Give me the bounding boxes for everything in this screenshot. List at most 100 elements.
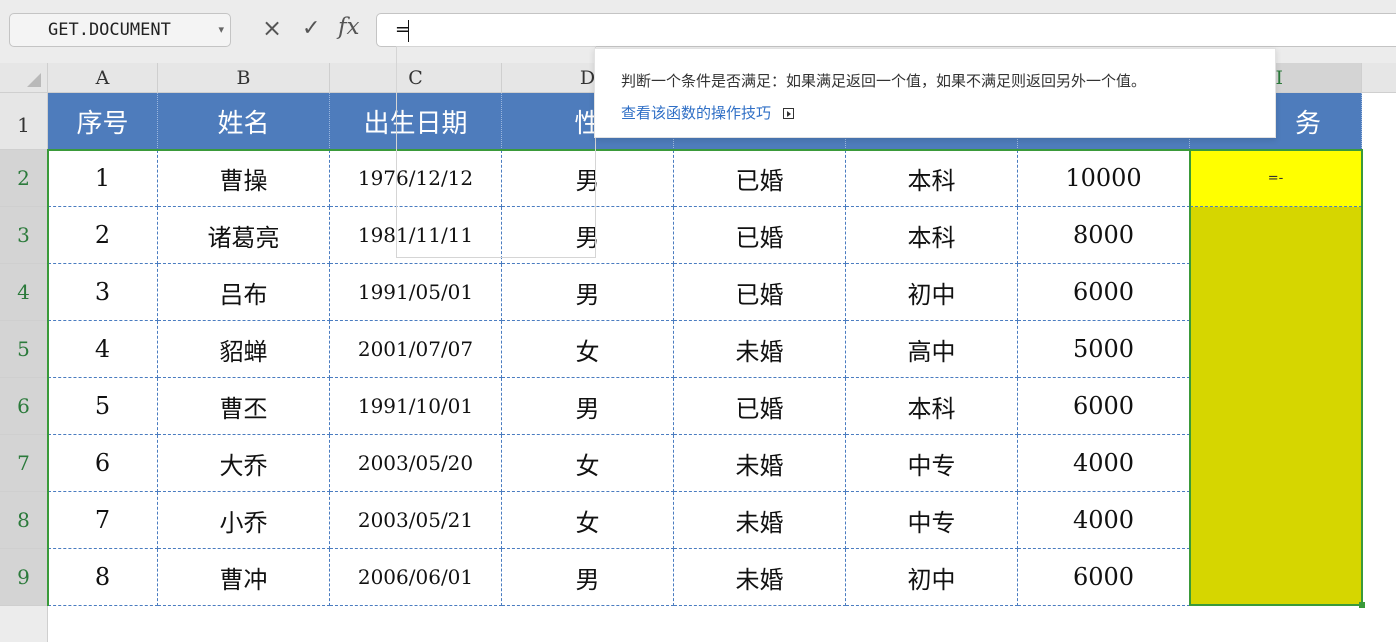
cell-birthdate-row5[interactable]: 2001/07/07 <box>330 321 502 378</box>
cell-gender-row6[interactable]: 男 <box>502 378 674 435</box>
cell-marital-row5[interactable]: 未婚 <box>674 321 846 378</box>
tooltip-link[interactable]: 查看该函数的操作技巧 <box>621 102 795 123</box>
row-header-6[interactable]: 6 <box>0 378 48 435</box>
cell-salary-row4[interactable]: 6000 <box>1018 264 1190 321</box>
cell-birthdate-row6[interactable]: 1991/10/01 <box>330 378 502 435</box>
play-video-icon[interactable] <box>783 108 795 119</box>
cell-education-row3[interactable]: 本科 <box>846 207 1018 264</box>
cell-seq-row3[interactable]: 2 <box>48 207 158 264</box>
cell-marital-row7[interactable]: 未婚 <box>674 435 846 492</box>
cell-seq-row4[interactable]: 3 <box>48 264 158 321</box>
cell-education-row5[interactable]: 高中 <box>846 321 1018 378</box>
selection-top-border <box>48 149 1363 151</box>
cell-gender-row8[interactable]: 女 <box>502 492 674 549</box>
row-header-empty <box>0 606 48 642</box>
cell-seq-row8[interactable]: 7 <box>48 492 158 549</box>
cell-duty-row4[interactable] <box>1190 264 1362 321</box>
row-header-7[interactable]: 7 <box>0 435 48 492</box>
cell-marital-row2[interactable]: 已婚 <box>674 150 846 207</box>
tooltip-description: 判断一个条件是否满足：如果满足返回一个值，如果不满足则返回另外一个值。 <box>621 72 1147 90</box>
cell-name-row8[interactable]: 小乔 <box>158 492 330 549</box>
function-tooltip: 判断一个条件是否满足：如果满足返回一个值，如果不满足则返回另外一个值。 查看该函… <box>594 48 1276 138</box>
cell-marital-row9[interactable]: 未婚 <box>674 549 846 606</box>
cell-seq-row9[interactable]: 8 <box>48 549 158 606</box>
selection-left-border <box>47 149 49 606</box>
cell-education-row7[interactable]: 中专 <box>846 435 1018 492</box>
cell-salary-row3[interactable]: 8000 <box>1018 207 1190 264</box>
cell-gender-row9[interactable]: 男 <box>502 549 674 606</box>
header-cell-name[interactable]: 姓名 <box>158 93 330 150</box>
column-header-a[interactable]: A <box>48 63 158 93</box>
formula-input[interactable]: = <box>376 13 1396 47</box>
cell-duty-row7[interactable] <box>1190 435 1362 492</box>
cell-education-row2[interactable]: 本科 <box>846 150 1018 207</box>
row-header-9[interactable]: 9 <box>0 549 48 606</box>
cell-duty-row5[interactable] <box>1190 321 1362 378</box>
column-header-b[interactable]: B <box>158 63 330 93</box>
cell-name-row9[interactable]: 曹冲 <box>158 549 330 606</box>
cell-salary-row6[interactable]: 6000 <box>1018 378 1190 435</box>
cell-name-row5[interactable]: 貂蝉 <box>158 321 330 378</box>
cell-birthdate-row2[interactable]: 1976/12/12 <box>330 150 502 207</box>
cell-gender-row3[interactable]: 男 <box>502 207 674 264</box>
cell-education-row8[interactable]: 中专 <box>846 492 1018 549</box>
cell-salary-row8[interactable]: 4000 <box>1018 492 1190 549</box>
cell-name-row3[interactable]: 诸葛亮 <box>158 207 330 264</box>
cell-duty-row8[interactable] <box>1190 492 1362 549</box>
cell-seq-row5[interactable]: 4 <box>48 321 158 378</box>
cell-duty-row2[interactable]: =- <box>1190 150 1362 207</box>
row-header-8[interactable]: 8 <box>0 492 48 549</box>
name-box-value: GET.DOCUMENT <box>48 20 171 40</box>
cell-marital-row4[interactable]: 已婚 <box>674 264 846 321</box>
tooltip-link-text[interactable]: 查看该函数的操作技巧 <box>621 104 771 122</box>
cell-birthdate-row9[interactable]: 2006/06/01 <box>330 549 502 606</box>
cell-marital-row3[interactable]: 已婚 <box>674 207 846 264</box>
cancel-button[interactable]: × <box>262 14 282 44</box>
row-header-1[interactable]: 1 <box>0 93 48 150</box>
row-header-4[interactable]: 4 <box>0 264 48 321</box>
cell-birthdate-row4[interactable]: 1991/05/01 <box>330 264 502 321</box>
name-box[interactable]: GET.DOCUMENT ▾ <box>9 13 231 47</box>
cell-seq-row7[interactable]: 6 <box>48 435 158 492</box>
cell-birthdate-row8[interactable]: 2003/05/21 <box>330 492 502 549</box>
cell-name-row4[interactable]: 吕布 <box>158 264 330 321</box>
cell-name-row7[interactable]: 大乔 <box>158 435 330 492</box>
cell-education-row6[interactable]: 本科 <box>846 378 1018 435</box>
cell-duty-row9[interactable] <box>1190 549 1362 606</box>
insert-function-button[interactable]: fx <box>338 14 359 44</box>
cell-seq-row2[interactable]: 1 <box>48 150 158 207</box>
row-header-3[interactable]: 3 <box>0 207 48 264</box>
cell-salary-row9[interactable]: 6000 <box>1018 549 1190 606</box>
header-cell-birthdate[interactable]: 出生日期 <box>330 93 502 150</box>
cell-salary-row7[interactable]: 4000 <box>1018 435 1190 492</box>
cell-birthdate-row3[interactable]: 1981/11/11 <box>330 207 502 264</box>
cell-marital-row6[interactable]: 已婚 <box>674 378 846 435</box>
cell-gender-row7[interactable]: 女 <box>502 435 674 492</box>
row-header-5[interactable]: 5 <box>0 321 48 378</box>
select-all-corner[interactable] <box>0 63 48 93</box>
fill-handle[interactable] <box>1359 602 1365 608</box>
cell-salary-row5[interactable]: 5000 <box>1018 321 1190 378</box>
cell-gender-row4[interactable]: 男 <box>502 264 674 321</box>
cell-name-row2[interactable]: 曹操 <box>158 150 330 207</box>
cell-duty-row6[interactable] <box>1190 378 1362 435</box>
column-header-c[interactable]: C <box>330 63 502 93</box>
text-cursor <box>408 20 409 42</box>
select-all-icon <box>27 73 41 87</box>
cell-education-row4[interactable]: 初中 <box>846 264 1018 321</box>
row-header-2[interactable]: 2 <box>0 150 48 207</box>
cell-gender-row5[interactable]: 女 <box>502 321 674 378</box>
cell-marital-row8[interactable]: 未婚 <box>674 492 846 549</box>
cell-birthdate-row7[interactable]: 2003/05/20 <box>330 435 502 492</box>
cell-gender-row2[interactable]: 男 <box>502 150 674 207</box>
chevron-down-icon[interactable]: ▾ <box>218 23 224 36</box>
spreadsheet-grid[interactable]: A B C D I 1 2 3 4 5 6 7 8 9 序号 姓名 出生日期 性… <box>0 63 1396 642</box>
cell-education-row9[interactable]: 初中 <box>846 549 1018 606</box>
cell-salary-row2[interactable]: 10000 <box>1018 150 1190 207</box>
enter-button[interactable]: ✓ <box>302 16 320 46</box>
column-header-next[interactable] <box>1362 63 1396 93</box>
cell-name-row6[interactable]: 曹丕 <box>158 378 330 435</box>
header-cell-seq[interactable]: 序号 <box>48 93 158 150</box>
cell-seq-row6[interactable]: 5 <box>48 378 158 435</box>
cell-duty-row3[interactable] <box>1190 207 1362 264</box>
